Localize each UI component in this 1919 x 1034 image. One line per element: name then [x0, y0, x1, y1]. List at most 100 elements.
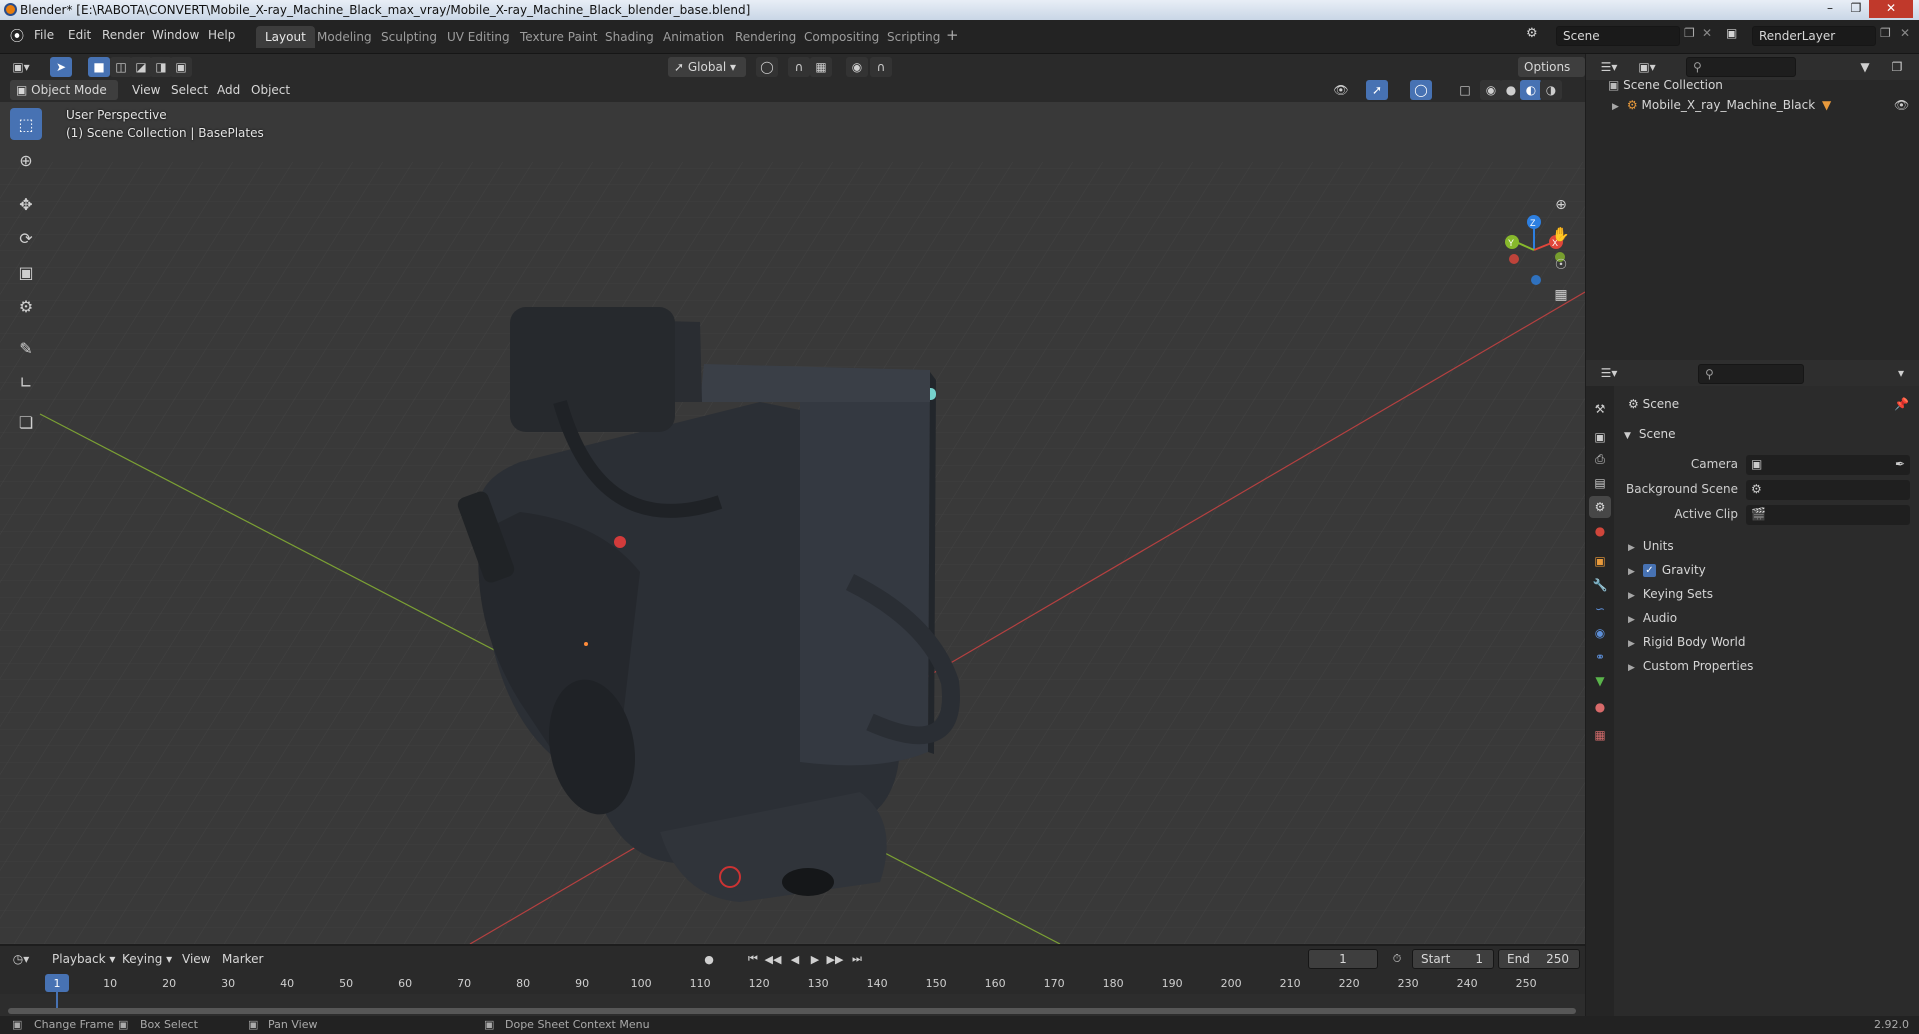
annotate-tool-icon[interactable]: ✎	[10, 332, 42, 364]
properties-options-icon[interactable]: ▾	[1890, 363, 1912, 383]
editor-type-icon[interactable]: ▣▾	[10, 57, 32, 77]
tab-animation[interactable]: Animation	[654, 26, 733, 48]
select-tool-icon[interactable]: ➤	[50, 57, 72, 77]
scene-tab-icon[interactable]: ⚙	[1589, 496, 1611, 518]
snap-target-icon[interactable]: ▦	[810, 57, 832, 77]
timeline-menu-marker[interactable]: Marker	[222, 949, 263, 969]
blender-menu-icon[interactable]: ⦿	[10, 26, 24, 46]
subpanel-units[interactable]: ▶ Units	[1628, 539, 1674, 553]
properties-search-input[interactable]: ⚲	[1698, 364, 1804, 384]
subpanel-keying-sets[interactable]: ▶ Keying Sets	[1628, 587, 1713, 601]
start-frame-field[interactable]: Start 1	[1412, 949, 1494, 969]
close-icon[interactable]: ✕	[1869, 0, 1913, 18]
texture-tab-icon[interactable]: ▦	[1589, 724, 1611, 746]
delete-scene-icon[interactable]: ✕	[1702, 26, 1712, 40]
pin-icon[interactable]: 📌	[1894, 397, 1909, 411]
tab-compositing[interactable]: Compositing	[795, 26, 888, 48]
select-new-icon[interactable]: ■	[88, 57, 110, 77]
timeline-menu-view[interactable]: View	[182, 949, 210, 969]
new-collection-icon[interactable]: ❐	[1886, 57, 1908, 77]
measure-tool-icon[interactable]: ∟	[10, 366, 42, 398]
solid-shading-icon[interactable]: ●	[1500, 80, 1522, 100]
tab-texture-paint[interactable]: Texture Paint	[511, 26, 606, 48]
viewport-menu-object[interactable]: Object	[251, 80, 290, 100]
object-tab-icon[interactable]: ▣	[1589, 550, 1611, 572]
zoom-icon[interactable]: ⊕	[1548, 192, 1574, 218]
modifier-tab-icon[interactable]: 🔧	[1589, 574, 1611, 596]
snap-icon[interactable]: ∩	[788, 57, 810, 77]
select-subtract-icon[interactable]: ◪	[130, 57, 152, 77]
cursor-tool-icon[interactable]: ⊕	[10, 144, 42, 176]
tab-shading[interactable]: Shading	[596, 26, 663, 48]
expand-arrow-icon[interactable]: ▶	[1612, 102, 1619, 112]
record-icon[interactable]: ●	[700, 950, 718, 968]
rotate-tool-icon[interactable]: ⟳	[10, 222, 42, 254]
transform-orientation-dropdown[interactable]: ➚ Global ▾	[668, 57, 746, 77]
grid-view-icon[interactable]: ▦	[1548, 282, 1574, 308]
pivot-point-icon[interactable]: ◯	[756, 57, 778, 77]
tab-uv-editing[interactable]: UV Editing	[438, 26, 519, 48]
outliner-item[interactable]: ▶ ⚙ Mobile_X_ray_Machine_Black ▼ 👁	[1612, 98, 1912, 112]
menu-file[interactable]: File	[34, 28, 54, 42]
physics-tab-icon[interactable]: ◉	[1589, 622, 1611, 644]
eye-visibility-icon[interactable]: 👁	[1894, 98, 1909, 112]
gravity-checkbox[interactable]: ✓	[1642, 564, 1656, 577]
outliner-display-mode-icon[interactable]: ▣▾	[1636, 57, 1658, 77]
tab-sculpting[interactable]: Sculpting	[372, 26, 446, 48]
subpanel-rigid-body-world[interactable]: ▶ Rigid Body World	[1628, 635, 1745, 649]
select-extend-icon[interactable]: ◫	[110, 57, 132, 77]
scene-field[interactable]: Scene	[1556, 26, 1680, 46]
outliner-search-input[interactable]: ⚲	[1686, 57, 1796, 77]
jump-start-icon[interactable]: ⏮	[744, 950, 762, 968]
add-cube-tool-icon[interactable]: ❏	[10, 406, 42, 438]
jump-keyframe-back-icon[interactable]: ◀◀	[764, 950, 782, 968]
select-intersect-icon[interactable]: ▣	[170, 57, 192, 77]
minimize-icon[interactable]: –	[1817, 0, 1843, 18]
timeline-scrollbar[interactable]	[8, 1008, 1576, 1014]
add-workspace-icon[interactable]: +	[946, 26, 959, 44]
frame-ruler[interactable]: 1 10 20 30 40 50 60 70 80 90 100 110 120 130 140 150 160…	[0, 972, 1585, 994]
output-tab-icon[interactable]: ⎙	[1589, 448, 1611, 470]
preview-range-icon[interactable]: ⏱	[1388, 950, 1406, 968]
menu-render[interactable]: Render	[102, 28, 145, 42]
particles-tab-icon[interactable]: ∽	[1589, 598, 1611, 620]
tab-modeling[interactable]: Modeling	[308, 26, 381, 48]
timeline-menu-playback[interactable]: Playback ▾	[52, 949, 115, 969]
gizmo-toggle-icon[interactable]: ➚	[1366, 80, 1388, 100]
viewport-menu-add[interactable]: Add	[217, 80, 240, 100]
viewport-menu-view[interactable]: View	[132, 80, 160, 100]
jump-keyframe-forward-icon[interactable]: ▶▶	[826, 950, 844, 968]
xray-toggle-icon[interactable]: □	[1454, 80, 1476, 100]
scene-selector-icon[interactable]: ⚙	[1526, 26, 1538, 41]
delete-renderlayer-icon[interactable]: ✕	[1900, 26, 1910, 40]
timeline-area[interactable]: 1 10 20 30 40 50 60 70 80 90 100 110 120 130 140 150 160…	[0, 972, 1585, 1016]
world-tab-icon[interactable]: ●	[1589, 520, 1611, 542]
viewport-menu-select[interactable]: Select	[171, 80, 208, 100]
falloff-icon[interactable]: ∩	[870, 57, 892, 77]
play-icon[interactable]: ▶	[806, 950, 824, 968]
material-shading-icon[interactable]: ◐	[1520, 80, 1542, 100]
timeline-editor-type-icon[interactable]: ◷▾	[10, 949, 32, 969]
data-tab-icon[interactable]: ▼	[1589, 670, 1611, 692]
properties-editor-type-icon[interactable]: ☰▾	[1598, 363, 1620, 383]
select-invert-icon[interactable]: ◨	[150, 57, 172, 77]
view-layer-tab-icon[interactable]: ▤	[1589, 472, 1611, 494]
mode-dropdown[interactable]: ▣ Object Mode ▾	[10, 80, 118, 117]
tab-layout[interactable]: Layout	[256, 26, 315, 48]
restore-icon[interactable]: ❐	[1843, 0, 1869, 18]
tab-rendering[interactable]: Rendering	[726, 26, 805, 48]
wireframe-shading-icon[interactable]: ◉	[1480, 80, 1502, 100]
background-scene-field[interactable]: ⚙	[1746, 480, 1910, 500]
renderlayer-icon[interactable]: ▣	[1726, 26, 1737, 40]
scene-panel-header[interactable]: ▼ Scene	[1624, 427, 1676, 441]
tool-tab-icon[interactable]: ⚒	[1589, 398, 1611, 420]
options-dropdown[interactable]: Options ▾	[1518, 57, 1585, 94]
renderlayer-field[interactable]: RenderLayer	[1752, 26, 1876, 46]
eyedropper-icon[interactable]: ✒	[1895, 457, 1905, 471]
menu-help[interactable]: Help	[208, 28, 235, 42]
current-frame-field[interactable]: 1	[1308, 949, 1378, 969]
outliner-editor-type-icon[interactable]: ☰▾	[1598, 57, 1620, 77]
camera-view-icon[interactable]: ☉	[1548, 252, 1574, 278]
new-scene-icon[interactable]: ❐	[1684, 26, 1695, 40]
proportional-edit-icon[interactable]: ◉	[846, 57, 868, 77]
